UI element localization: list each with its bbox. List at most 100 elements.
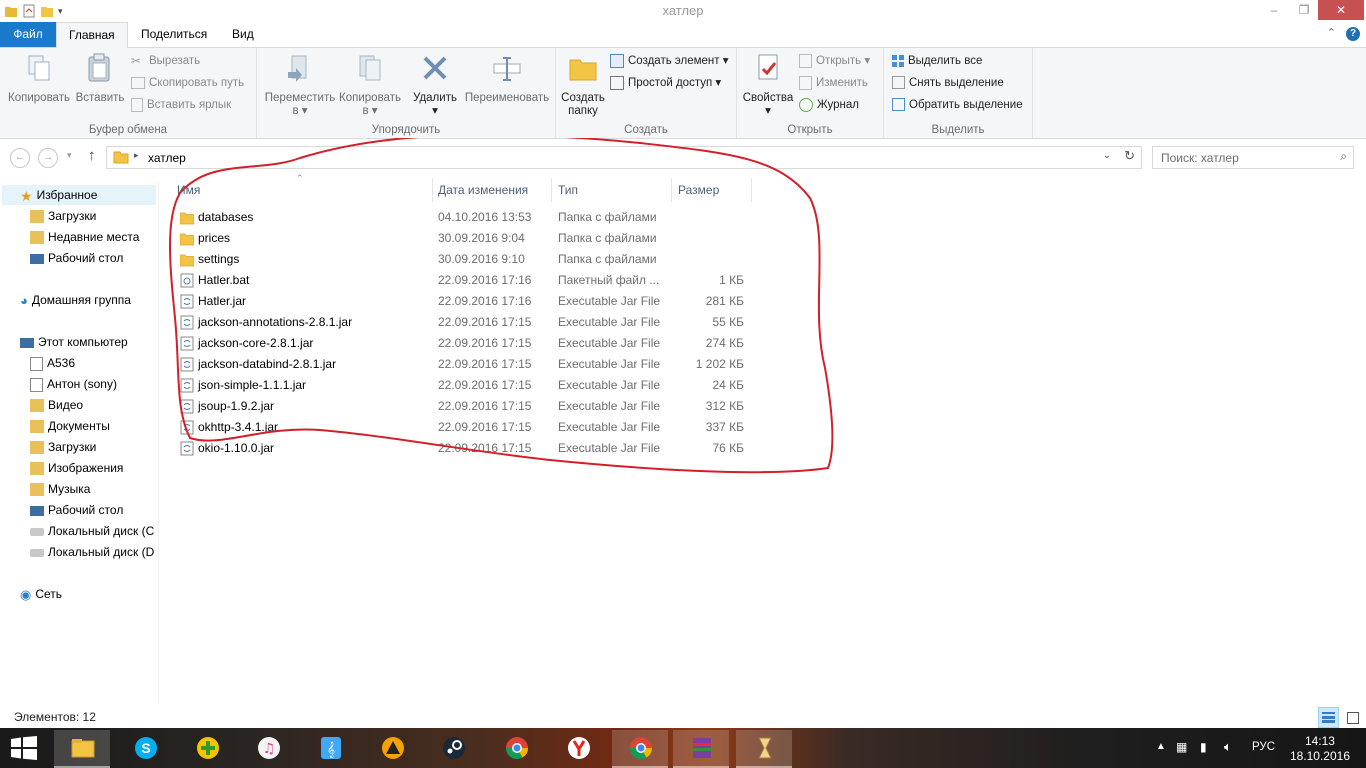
- taskbar-app-itunes[interactable]: ♫: [240, 730, 296, 766]
- new-item-button[interactable]: Создать элемент ▾: [610, 51, 729, 71]
- nav-pc-item[interactable]: Локальный диск (D: [30, 542, 154, 562]
- properties-button[interactable]: Свойства ▾: [739, 52, 797, 118]
- svg-text:𝄞: 𝄞: [327, 742, 335, 758]
- taskbar-app-chrome[interactable]: [488, 730, 544, 766]
- nav-pc-item[interactable]: Рабочий стол: [30, 500, 123, 520]
- nav-fav-item[interactable]: Загрузки: [30, 206, 96, 226]
- speaker-icon[interactable]: 🔈︎: [1224, 739, 1232, 755]
- copy-button[interactable]: Копировать: [6, 52, 72, 105]
- refresh-icon[interactable]: ↻: [1124, 148, 1135, 164]
- nav-homegroup-label: Домашняя группа: [31, 293, 131, 307]
- nav-pc-item[interactable]: Видео: [30, 395, 83, 415]
- ribbon-tabs: Файл Главная Поделиться Вид ⌃ ?: [0, 22, 1366, 49]
- tab-home[interactable]: Главная: [56, 22, 128, 49]
- nav-pc-item[interactable]: Локальный диск (C: [30, 521, 154, 541]
- nav-homegroup[interactable]: ◕ Домашняя группа: [20, 290, 131, 310]
- back-button[interactable]: ←: [10, 148, 30, 168]
- documents-folder-icon: [30, 420, 44, 434]
- language-indicator[interactable]: РУС: [1252, 741, 1275, 753]
- close-button[interactable]: ✕: [1318, 0, 1364, 20]
- tray-expand-icon[interactable]: ▲: [1156, 741, 1166, 752]
- cut-label: Вырезать: [149, 55, 201, 67]
- copy-path-button[interactable]: Скопировать путь: [131, 73, 244, 93]
- tab-file[interactable]: Файл: [0, 22, 56, 47]
- history-icon: [799, 97, 813, 112]
- nav-pc-item[interactable]: Загрузки: [30, 437, 96, 457]
- large-icons-view-button[interactable]: [1342, 707, 1363, 728]
- nav-this-pc[interactable]: Этот компьютер: [20, 332, 128, 352]
- details-view-icon: [1322, 712, 1335, 715]
- paste-button[interactable]: Вставить: [74, 52, 126, 105]
- open-button[interactable]: Открыть ▾: [799, 51, 870, 71]
- forward-button[interactable]: →: [38, 148, 58, 168]
- details-view-button[interactable]: [1318, 707, 1339, 728]
- aimp-icon: [382, 737, 404, 759]
- paste-icon: [88, 53, 110, 82]
- taskbar-app-hourglass-app[interactable]: [736, 730, 792, 768]
- windows-start-icon[interactable]: [10, 736, 38, 760]
- recent-locations-chevron-icon[interactable]: ▾: [67, 150, 72, 161]
- taskbar-app-file-explorer[interactable]: [54, 730, 110, 768]
- clock[interactable]: 14:13 18.10.2016: [1290, 734, 1350, 764]
- new-folder-button[interactable]: Создать папку: [558, 52, 608, 118]
- up-arrow-icon[interactable]: ↑: [88, 147, 96, 164]
- nav-pc-item[interactable]: A536: [30, 353, 75, 373]
- nav-pc-item[interactable]: Изображения: [30, 458, 123, 478]
- star-icon: ★: [20, 187, 33, 204]
- desktop-icon: [30, 253, 44, 264]
- delete-button[interactable]: Удалить ▾: [409, 52, 461, 118]
- move-to-button[interactable]: Переместить в ▾: [262, 52, 338, 118]
- tab-view[interactable]: Вид: [220, 22, 266, 47]
- select-none-button[interactable]: Снять выделение: [892, 73, 1004, 93]
- help-icon[interactable]: ?: [1346, 27, 1360, 41]
- maximize-button[interactable]: ❐: [1290, 0, 1318, 20]
- edit-button[interactable]: Изменить: [799, 73, 868, 93]
- cut-button[interactable]: ✂ Вырезать: [131, 51, 200, 71]
- paste-shortcut-button[interactable]: Вставить ярлык: [131, 95, 231, 115]
- invert-selection-button[interactable]: Обратить выделение: [892, 95, 1023, 115]
- breadcrumb-chevron-icon[interactable]: ▸: [134, 150, 139, 161]
- taskbar-app-music-app[interactable]: 𝄞: [302, 730, 358, 766]
- nav-network[interactable]: ◉ Сеть: [20, 584, 62, 604]
- easy-access-label: Простой доступ ▾: [628, 77, 722, 89]
- search-box[interactable]: Поиск: хатлер ⌕: [1152, 146, 1354, 169]
- taskbar-app-skype[interactable]: S: [117, 730, 173, 766]
- copy-to-button[interactable]: Копировать в ▾: [334, 52, 406, 118]
- new-folder-icon: [569, 59, 597, 81]
- yandex-browser-icon: [568, 737, 590, 759]
- nav-pc-item[interactable]: Документы: [30, 416, 110, 436]
- network-tray-icon[interactable]: ▦: [1176, 740, 1187, 754]
- search-input[interactable]: Поиск: хатлер: [1161, 151, 1239, 165]
- invert-selection-label: Обратить выделение: [909, 99, 1023, 111]
- tab-share[interactable]: Поделиться: [129, 22, 219, 47]
- nav-fav-item-label: Загрузки: [48, 209, 97, 223]
- easy-access-button[interactable]: Простой доступ ▾: [610, 73, 721, 93]
- address-dropdown-icon[interactable]: ⌄: [1103, 150, 1111, 161]
- battery-icon[interactable]: ▮: [1200, 740, 1207, 754]
- history-button[interactable]: Журнал: [799, 95, 859, 115]
- nav-pc-item[interactable]: Музыка: [30, 479, 90, 499]
- taskbar-app-yandex-browser[interactable]: [550, 730, 606, 766]
- taskbar-app-steam[interactable]: [425, 730, 481, 766]
- edit-label: Изменить: [816, 77, 868, 89]
- taskbar-app-winrar[interactable]: [673, 730, 729, 768]
- nav-pc-item-label: Загрузки: [48, 440, 97, 454]
- local-disk-icon: [30, 548, 44, 557]
- taskbar-app-aimp[interactable]: [364, 730, 420, 766]
- rename-button[interactable]: Переименовать: [459, 52, 555, 105]
- nav-pc-item[interactable]: Антон (sony): [30, 374, 117, 394]
- chevron-up-icon[interactable]: ⌃: [1327, 26, 1336, 39]
- skype-icon: S: [135, 737, 157, 759]
- select-all-button[interactable]: Выделить все: [892, 51, 982, 71]
- nav-favorites[interactable]: ★ Избранное: [2, 185, 156, 205]
- nav-fav-item[interactable]: Недавние места: [30, 227, 139, 247]
- delete-label: Удалить: [413, 92, 457, 104]
- taskbar-app-plus-app[interactable]: [179, 730, 235, 766]
- taskbar-app-chrome[interactable]: [612, 730, 668, 768]
- search-icon[interactable]: ⌕: [1340, 149, 1347, 164]
- steam-icon: [443, 737, 465, 759]
- properties-label: Свойства: [742, 92, 794, 104]
- new-folder-label: Создать: [561, 92, 605, 104]
- minimize-button[interactable]: –: [1260, 0, 1288, 20]
- nav-fav-item[interactable]: Рабочий стол: [30, 248, 123, 268]
